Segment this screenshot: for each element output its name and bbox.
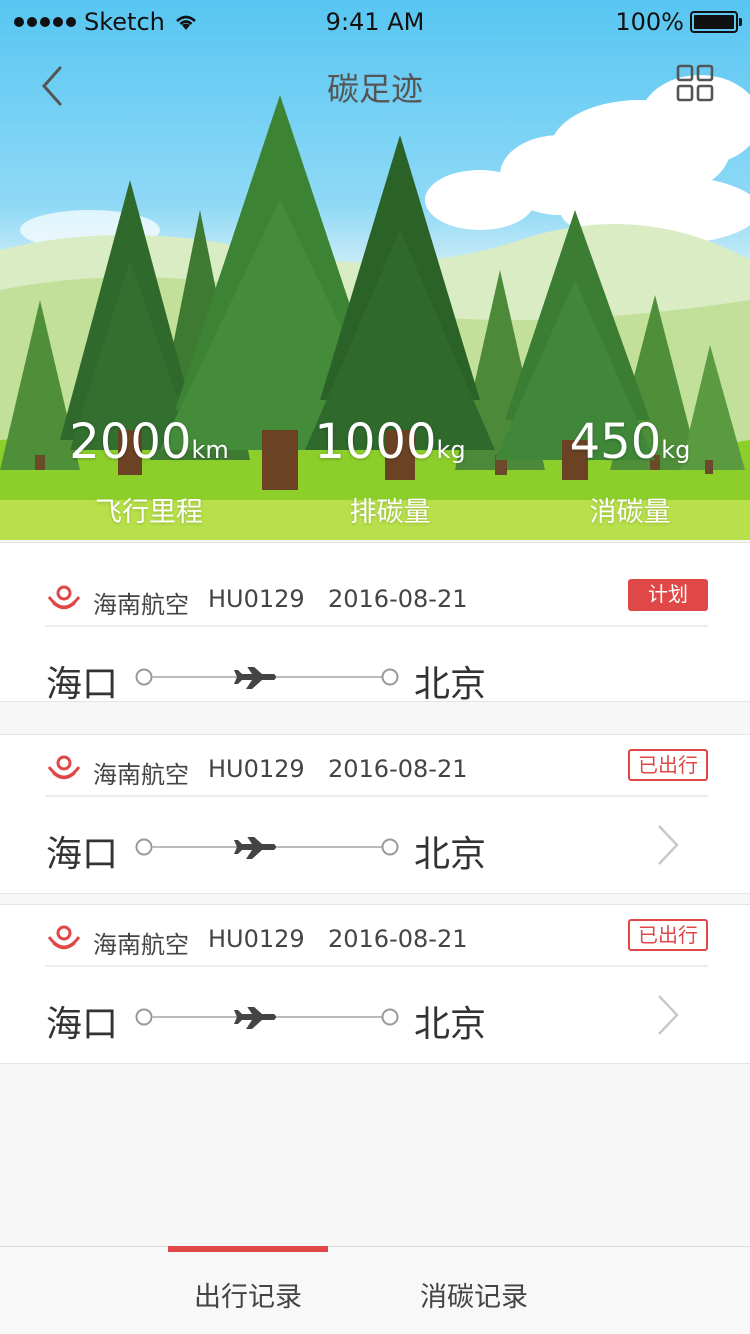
flight-card-header: 海南航空 HU0129 2016-08-21 已出行 [45, 905, 708, 967]
stat-value: 2000 [69, 414, 192, 470]
plane-icon [234, 837, 276, 859]
chevron-right-icon[interactable] [654, 823, 684, 867]
chevron-right-icon[interactable] [654, 993, 684, 1037]
flight-number: HU0129 [208, 755, 305, 783]
arrival-city: 北京 [414, 834, 487, 875]
page-title: 碳足迹 [326, 70, 423, 108]
airline-logo-icon [47, 585, 81, 610]
hero-banner: Sketch 9:41 AM 100% 碳足迹 2000km 飞行里程 1000… [0, 0, 750, 540]
airline-logo-icon [47, 925, 81, 950]
flight-card-header: 海南航空 HU0129 2016-08-21 计划 [45, 543, 708, 627]
departure-city: 海口 [46, 664, 119, 705]
flight-number: HU0129 [208, 585, 305, 613]
airline-logo-icon [47, 755, 81, 780]
flight-card-header: 海南航空 HU0129 2016-08-21 已出行 [45, 735, 708, 797]
stat-carbon-offset: 450kg 消碳量 [505, 412, 750, 529]
flight-card[interactable]: 海南航空 HU0129 2016-08-21 已出行 海口 北京 [0, 734, 750, 894]
bottom-tab-bar: 出行记录 消碳记录 [0, 1246, 750, 1334]
active-tab-indicator [168, 1246, 328, 1252]
stat-label: 排碳量 [349, 497, 431, 528]
flight-card[interactable]: 海南航空 HU0129 2016-08-21 已出行 海口 北京 [0, 904, 750, 1064]
stat-value: 450 [569, 414, 662, 470]
status-bar: Sketch 9:41 AM 100% [0, 0, 750, 44]
route-line [135, 837, 399, 859]
grid-menu-icon[interactable] [676, 64, 714, 102]
flight-date: 2016-08-21 [328, 925, 468, 953]
airline-name: 海南航空 [93, 591, 189, 619]
tab-travel-records[interactable]: 出行记录 [168, 1275, 328, 1314]
arrival-city: 北京 [414, 664, 487, 705]
stat-flight-distance: 2000km 飞行里程 [24, 412, 274, 529]
stat-value: 1000 [314, 414, 437, 470]
status-badge: 已出行 [628, 919, 708, 951]
stat-label: 飞行里程 [95, 497, 203, 528]
stat-unit: kg [661, 436, 691, 464]
flight-date: 2016-08-21 [328, 585, 468, 613]
status-badge: 计划 [628, 579, 708, 611]
departure-city: 海口 [46, 1004, 119, 1045]
tab-carbon-offset-records[interactable]: 消碳记录 [394, 1275, 554, 1314]
stat-label: 消碳量 [589, 497, 671, 528]
route-line [135, 1007, 399, 1029]
flight-date: 2016-08-21 [328, 755, 468, 783]
airline-name: 海南航空 [93, 761, 189, 789]
battery-status: 100% [615, 8, 742, 36]
battery-icon [690, 11, 742, 33]
flight-number: HU0129 [208, 925, 305, 953]
plane-icon [234, 667, 276, 689]
arrival-city: 北京 [414, 1004, 487, 1045]
flight-card[interactable]: 海南航空 HU0129 2016-08-21 计划 海口 北京 [0, 542, 750, 705]
route-line [135, 667, 399, 689]
stat-carbon-emission: 1000kg 排碳量 [265, 412, 515, 529]
stat-unit: km [191, 436, 229, 464]
stat-unit: kg [436, 436, 466, 464]
plane-icon [234, 1007, 276, 1029]
airline-name: 海南航空 [93, 931, 189, 959]
departure-city: 海口 [46, 834, 119, 875]
status-badge: 已出行 [628, 749, 708, 781]
battery-percent: 100% [615, 8, 684, 36]
